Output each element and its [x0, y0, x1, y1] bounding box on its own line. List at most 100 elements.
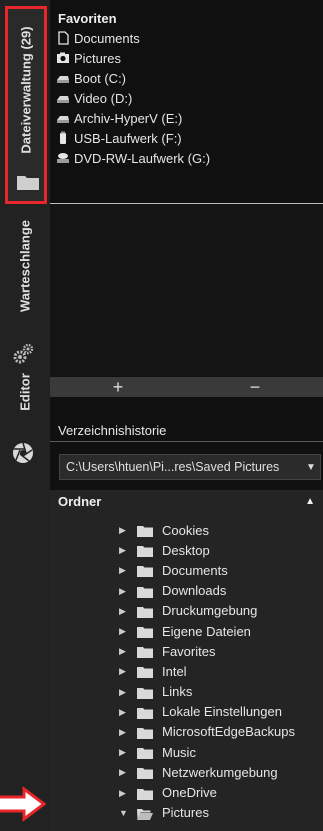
chevron-down-icon: ▼	[306, 461, 316, 473]
expanded-arrow-icon[interactable]: ▼	[119, 808, 128, 818]
drive-icon	[56, 91, 74, 105]
favorite-item-label: Boot (C:)	[74, 70, 127, 86]
folder-tree-item-label: Links	[162, 684, 193, 700]
folder-icon	[137, 564, 153, 578]
camera-icon	[56, 51, 74, 65]
collapsed-arrow-icon[interactable]: ▶	[119, 687, 127, 697]
drive-icon	[56, 71, 74, 85]
folder-tree-item-label: Desktop	[162, 542, 210, 558]
folder-tree-item[interactable]: ▼ Pictures	[50, 803, 323, 823]
remove-favorite-button[interactable]: −	[187, 377, 323, 397]
aperture-icon	[13, 442, 33, 463]
collapsed-arrow-icon[interactable]: ▶	[119, 767, 127, 777]
favorites-list: Documents Pictures Boot (C:) Video (D:) Arch…	[50, 28, 323, 168]
folder-tree-item[interactable]: ▶ Favorites	[50, 641, 323, 661]
collapsed-arrow-icon[interactable]: ▶	[119, 727, 127, 737]
collapsed-arrow-icon[interactable]: ▶	[119, 565, 127, 575]
folder-icon	[137, 766, 153, 780]
favorite-item[interactable]: DVD-RW-Laufwerk (G:)	[50, 148, 323, 168]
folder-tree-item-label: Eigene Dateien	[162, 623, 251, 639]
folder-tree-item-label: Downloads	[162, 583, 227, 599]
favorites-title: Favoriten	[58, 11, 117, 26]
folder-icon	[137, 746, 153, 760]
folder-icon	[137, 787, 153, 800]
folder-tree-item[interactable]: ▶ Lokale Einstellungen	[50, 702, 323, 722]
tab-queue-label: Warteschlange	[17, 220, 33, 313]
folder-tree-item[interactable]: ▶ OneDrive	[50, 782, 323, 802]
collapsed-arrow-icon[interactable]: ▶	[119, 606, 127, 616]
tab-file-manager[interactable]: Dateiverwaltung (29)	[5, 6, 47, 204]
favorites-section: Favoriten Documents Pictures Boot (C:) Vide…	[50, 10, 323, 205]
folder-tree-header[interactable]: Ordner ▲	[50, 490, 323, 512]
file-manager-panel: Favoriten Documents Pictures Boot (C:) Vide…	[50, 0, 323, 831]
folder-icon	[17, 176, 39, 190]
collapsed-arrow-icon[interactable]: ▶	[119, 747, 127, 757]
folder-tree-item-label: Documents	[162, 562, 228, 578]
favorite-item-label: Archiv-HyperV (E:)	[74, 110, 183, 126]
folder-icon	[137, 726, 153, 739]
folder-icon	[137, 686, 153, 699]
folder-tree-item-label: Lokale Einstellungen	[162, 704, 282, 720]
usb-drive-icon	[56, 131, 74, 145]
folder-tree-item-label: Druckumgebung	[162, 603, 258, 619]
collapsed-arrow-icon[interactable]: ▶	[119, 545, 127, 555]
history-section: Verzeichnishistorie C:\Users\htuen\Pi...…	[50, 422, 323, 482]
favorite-item[interactable]: Documents	[50, 28, 323, 48]
folder-tree-item-label: Pictures	[162, 805, 209, 821]
folder-tree-item[interactable]: ▶ Intel	[50, 661, 323, 681]
open-folder-icon	[137, 807, 153, 820]
collapsed-arrow-icon[interactable]: ▶	[119, 626, 127, 636]
folder-tree-item-label: MicrosoftEdgeBackups	[162, 724, 295, 740]
folder-tree-item[interactable]: ▶ Cookies	[50, 520, 323, 540]
favorites-toolbar: + −	[50, 377, 323, 397]
folder-tree-item-label: OneDrive	[162, 785, 217, 801]
collapsed-arrow-icon[interactable]: ▶	[119, 525, 127, 535]
favorite-item[interactable]: USB-Laufwerk (F:)	[50, 128, 323, 148]
collapsed-arrow-icon[interactable]: ▶	[119, 666, 127, 676]
document-icon	[56, 31, 74, 45]
red-arrow-annotation	[0, 786, 47, 822]
folder-tree-item[interactable]: ▶ Downloads	[50, 581, 323, 601]
folder-icon	[137, 605, 153, 618]
folder-tree-item[interactable]: ▶ Links	[50, 682, 323, 702]
folder-icon	[137, 625, 153, 639]
favorite-item-label: Video (D:)	[74, 90, 133, 106]
collapsed-arrow-icon[interactable]: ▶	[119, 707, 127, 717]
vertical-tab-bar: Dateiverwaltung (29) Warteschlange Edito…	[0, 0, 50, 831]
tab-file-manager-label: Dateiverwaltung (29)	[18, 26, 34, 154]
folder-tree-section: Ordner ▲ ▶ Cookies ▶ Desktop ▶ Documents ▶ Down…	[50, 490, 323, 831]
folder-tree-item[interactable]: ▶ Music	[50, 742, 323, 762]
folder-tree-item[interactable]: ▶ Desktop	[50, 540, 323, 560]
favorite-item[interactable]: Archiv-HyperV (E:)	[50, 108, 323, 128]
collapsed-arrow-icon[interactable]: ▶	[119, 646, 127, 656]
history-title: Verzeichnishistorie	[58, 423, 167, 438]
favorite-item-label: Documents	[74, 30, 140, 46]
collapse-up-icon[interactable]: ▲	[305, 496, 315, 507]
folder-tree-list: ▶ Cookies ▶ Desktop ▶ Documents ▶ Downloads ▶ Dru…	[50, 520, 323, 823]
tab-queue[interactable]: Warteschlange	[4, 216, 46, 336]
folder-tree-item[interactable]: ▶ Netzwerkumgebung	[50, 762, 323, 782]
folder-tree-item[interactable]: ▶ Documents	[50, 560, 323, 580]
favorite-item[interactable]: Pictures	[50, 48, 323, 68]
favorite-item[interactable]: Boot (C:)	[50, 68, 323, 88]
favorite-item-label: Pictures	[74, 50, 121, 66]
collapsed-arrow-icon[interactable]: ▶	[119, 586, 127, 596]
favorite-item[interactable]: Video (D:)	[50, 88, 323, 108]
tab-editor-label: Editor	[17, 373, 33, 411]
folder-tree-item[interactable]: ▶ Druckumgebung	[50, 601, 323, 621]
folder-icon	[137, 524, 153, 538]
favorites-empty-area	[50, 204, 323, 376]
collapsed-arrow-icon[interactable]: ▶	[119, 788, 127, 798]
folder-icon	[137, 665, 153, 679]
favorite-item-label: USB-Laufwerk (F:)	[74, 130, 182, 146]
folder-icon	[137, 585, 153, 598]
folder-tree-item-label: Cookies	[162, 522, 209, 538]
add-favorite-button[interactable]: +	[50, 377, 186, 397]
folder-icon	[137, 544, 153, 558]
favorite-item-label: DVD-RW-Laufwerk (G:)	[74, 150, 211, 166]
folder-tree-item[interactable]: ▶ Eigene Dateien	[50, 621, 323, 641]
folder-tree-item[interactable]: ▶ MicrosoftEdgeBackups	[50, 722, 323, 742]
folder-tree-title: Ordner	[58, 493, 102, 509]
history-dropdown[interactable]: C:\Users\htuen\Pi...res\Saved Pictures ▼	[59, 454, 321, 480]
folder-icon	[137, 645, 153, 659]
